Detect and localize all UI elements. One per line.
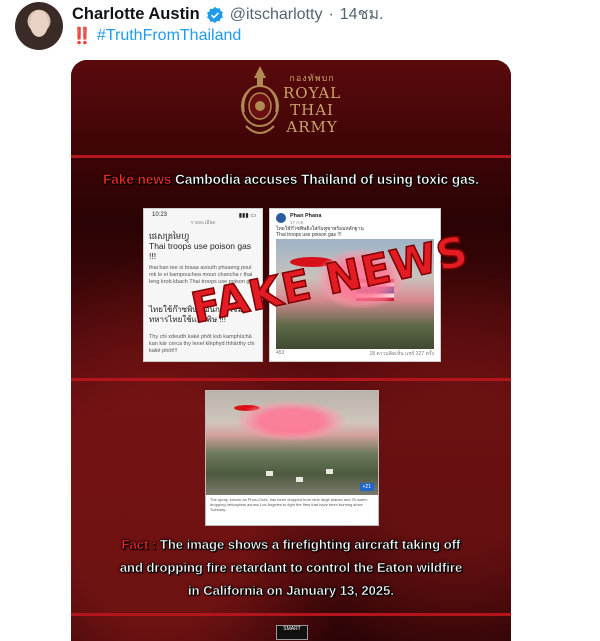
house <box>326 469 333 474</box>
khmer-text: ផេសគ្រមៃហ្វូ <box>149 231 190 241</box>
phone-screen-title: รายละเอียด <box>190 220 216 226</box>
fact-statement: Fact : The image shows a firefighting ai… <box>71 533 511 602</box>
comment-share-count: 18 ความคิดเห็น แชร์ 327 ครั้ง <box>369 351 434 357</box>
headline-fake-news: Fake news <box>103 172 172 187</box>
wildfire-aircraft-photo <box>206 391 378 495</box>
phone-time: 10:23 <box>152 212 168 218</box>
page-avatar <box>276 213 286 223</box>
royal-thai-army-logo: กองทัพบก ROYAL THAI ARMY <box>283 71 341 136</box>
fact-text-1: The image shows a firefighting aircraft … <box>156 537 461 552</box>
tweet-header: Charlotte Austin @itscharlotty · 14ชม. <box>72 2 383 27</box>
fact-photo: +21 The spray, known as Phos-Chek, has b… <box>205 390 379 526</box>
fact-line-1: Fact : The image shows a firefighting ai… <box>71 533 511 556</box>
fb-post-footer: 453 18 ความคิดเห็น แชร์ 327 ครั้ง <box>276 350 434 358</box>
reaction-count: 453 <box>276 350 285 356</box>
hashtag-link[interactable]: #TruthFromThailand <box>97 27 241 45</box>
headline-text: Cambodia accuses Thailand of using toxic… <box>171 172 479 187</box>
divider-bottom <box>71 613 511 616</box>
smart-logo: SMART <box>276 625 308 640</box>
poster-headline: Fake news Cambodia accuses Thailand of u… <box>71 172 511 187</box>
author-handle[interactable]: @itscharlotty <box>230 6 323 24</box>
house <box>266 471 273 476</box>
org-thai-label: กองทัพบก <box>289 74 335 84</box>
thai-romanized-text: Thy chi xdeudh kaké phôt ksb kamphûchä k… <box>149 334 255 354</box>
divider-middle <box>71 378 511 381</box>
alert-emoji: ‼️ <box>72 28 92 45</box>
photo-caption: The spray, known as Phos-Chek, has been … <box>210 497 369 512</box>
org-line-army: ARMY <box>286 118 338 136</box>
english-text: Thai troops use poison gas !!! <box>149 241 252 261</box>
author-name[interactable]: Charlotte Austin <box>72 5 200 24</box>
tweet-media-image[interactable]: กองทัพบก ROYAL THAI ARMY Fake news Cambo… <box>71 60 511 641</box>
divider-top <box>71 155 511 158</box>
author-avatar[interactable] <box>15 2 63 50</box>
phone-post-text: ផេសគ្រមៃហ្វូ Thai troops use poison gas … <box>149 231 257 261</box>
tweet-text: ‼️ #TruthFromThailand <box>72 26 241 46</box>
army-emblem-icon <box>241 66 279 134</box>
house <box>296 477 303 482</box>
separator-dot: · <box>328 5 334 23</box>
fact-line-3: in California on January 13, 2025. <box>188 583 394 598</box>
org-line-royal: ROYAL <box>283 84 342 102</box>
verified-badge-icon <box>206 6 223 23</box>
org-line-thai: THAI <box>290 101 334 119</box>
post-date: 17 ก.ค. <box>290 220 305 225</box>
gallery-count-badge: +21 <box>359 483 374 491</box>
signal-battery-icon: ▮▮▮ ▭ <box>238 213 256 219</box>
fact-label: Fact : <box>121 537 157 552</box>
retardant-spray <box>236 401 346 441</box>
fact-line-2: and dropping fire retardant to control t… <box>119 560 463 575</box>
tweet-time[interactable]: 14ชม. <box>340 2 384 27</box>
